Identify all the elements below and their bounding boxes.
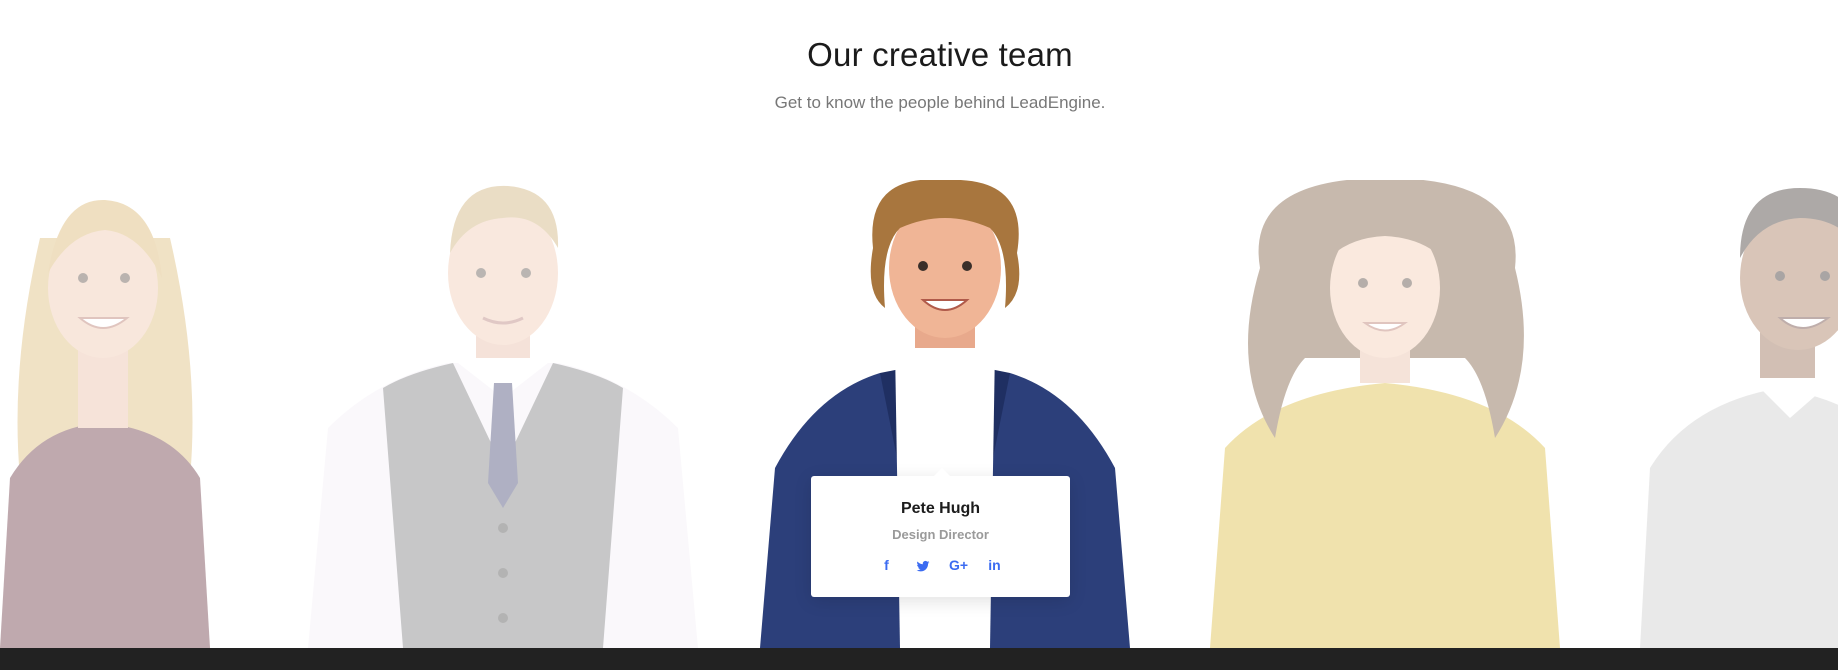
team-member-photo[interactable] [298,180,708,648]
team-member-photo[interactable] [0,180,240,648]
social-links: f G+ in [811,556,1070,574]
team-member-photo[interactable] [1185,180,1585,648]
member-name: Pete Hugh [900,500,981,517]
twitter-icon[interactable] [912,556,934,574]
google-plus-icon[interactable]: G+ [948,556,970,574]
team-member-photo[interactable] [1640,180,1838,648]
facebook-icon[interactable]: f [876,556,898,574]
section-subtitle: Get to know the people behind LeadEngine… [774,93,1106,112]
linkedin-icon[interactable]: in [984,556,1006,574]
section-title: Our creative team [807,36,1073,73]
footer-bar [0,648,1838,670]
member-role: Design Director [892,527,989,542]
team-member-card: Pete Hugh Design Director f G+ in [811,468,1070,597]
